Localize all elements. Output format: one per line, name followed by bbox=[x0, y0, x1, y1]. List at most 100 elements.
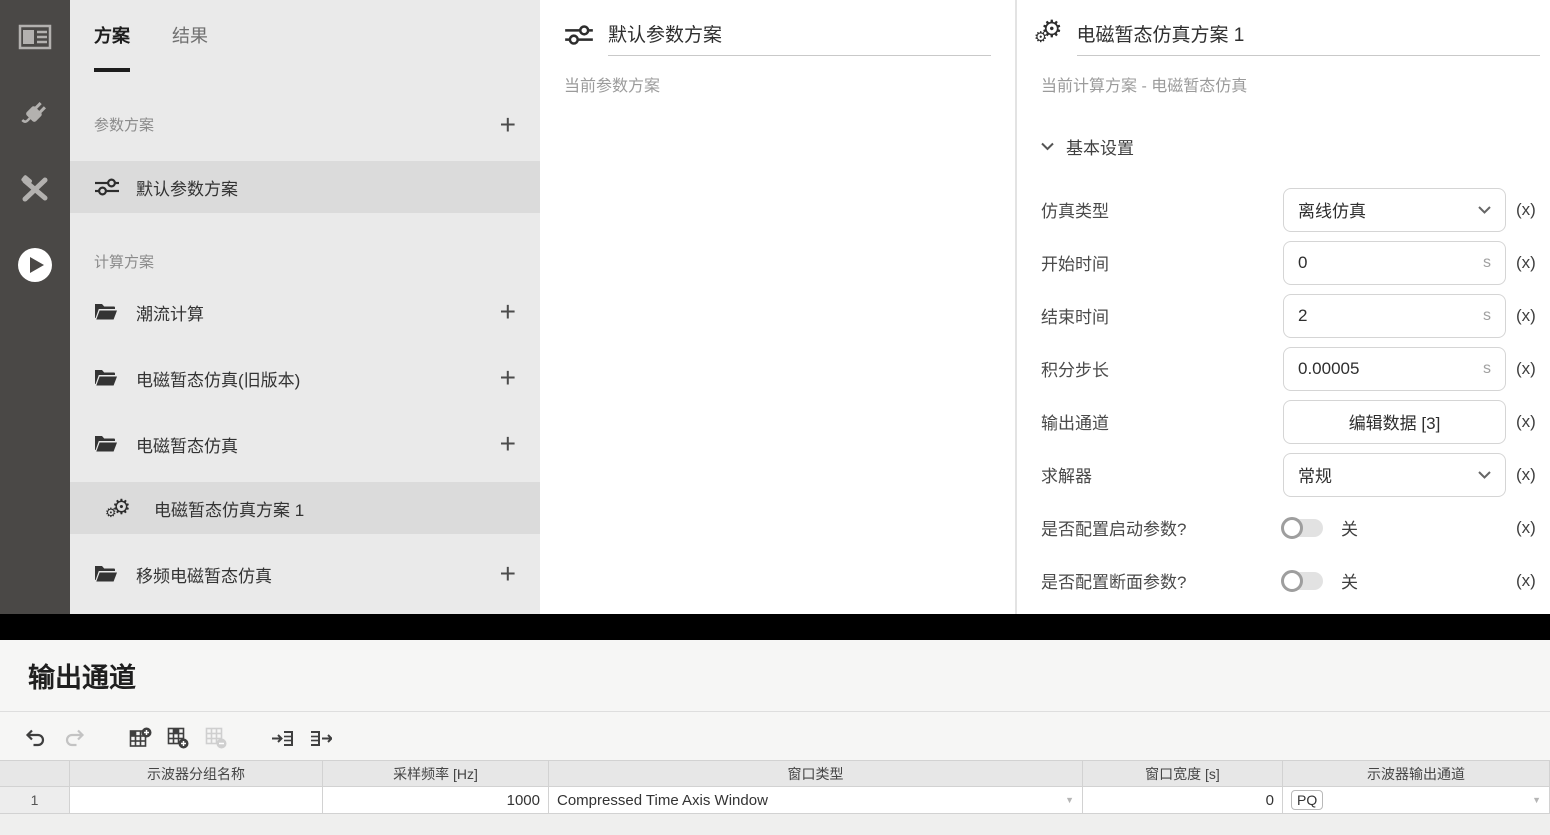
expression-toggle[interactable]: (x) bbox=[1516, 465, 1536, 485]
redo-icon[interactable] bbox=[62, 726, 86, 750]
end-time-input[interactable] bbox=[1298, 306, 1477, 326]
tools-icon[interactable] bbox=[16, 170, 54, 208]
field-label: 是否配置启动参数? bbox=[1041, 515, 1283, 540]
tree-item-emt[interactable]: 电磁暂态仿真 + bbox=[70, 418, 540, 470]
calc-scheme-subtitle: 当前计算方案 - 电磁暂态仿真 bbox=[1041, 72, 1540, 96]
tab-scheme[interactable]: 方案 bbox=[94, 22, 130, 72]
calc-detail-panel: ⚙⚙ 电磁暂态仿真方案 1 当前计算方案 - 电磁暂态仿真 基本设置 仿真类型 … bbox=[1017, 0, 1550, 614]
expression-toggle[interactable]: (x) bbox=[1516, 253, 1536, 273]
col-header-output-channels: 示波器输出通道 bbox=[1283, 760, 1550, 787]
param-detail-panel: 默认参数方案 当前参数方案 bbox=[540, 0, 1017, 614]
field-start-time: 开始时间 s (x) bbox=[1041, 236, 1540, 289]
table-background bbox=[0, 814, 1550, 835]
basic-settings-collapse[interactable]: 基本设置 bbox=[1041, 134, 1540, 159]
field-label: 积分步长 bbox=[1041, 356, 1283, 381]
add-param-scheme-button[interactable]: + bbox=[500, 115, 516, 135]
run-icon[interactable] bbox=[16, 246, 54, 284]
toggle-state-label: 关 bbox=[1341, 568, 1358, 593]
tree-item-emt-scheme-1[interactable]: ⚙⚙ 电磁暂态仿真方案 1 bbox=[70, 482, 540, 534]
tree-item-power-flow[interactable]: 潮流计算 + bbox=[70, 286, 540, 338]
tree-item-label: 电磁暂态仿真方案 1 bbox=[154, 496, 516, 521]
tree-item-emt-old[interactable]: 电磁暂态仿真(旧版本) + bbox=[70, 352, 540, 404]
selected-value: 常规 bbox=[1298, 462, 1332, 487]
expression-toggle[interactable]: (x) bbox=[1516, 200, 1536, 220]
toggle-state-label: 关 bbox=[1341, 515, 1358, 540]
field-output-channels: 输出通道 编辑数据 [3] (x) bbox=[1041, 395, 1540, 448]
output-channels-cell[interactable]: PQ ▼ bbox=[1283, 787, 1550, 814]
add-column-icon[interactable] bbox=[128, 726, 152, 750]
export-icon[interactable] bbox=[308, 726, 332, 750]
scheme-panel: 方案 结果 参数方案 + 默认参数方案 计算方案 bbox=[70, 0, 540, 614]
folder-icon bbox=[94, 301, 122, 323]
add-shifted-emt-button[interactable]: + bbox=[500, 564, 516, 584]
tree-item-label: 潮流计算 bbox=[136, 300, 500, 325]
expression-toggle[interactable]: (x) bbox=[1516, 306, 1536, 326]
add-row-icon[interactable] bbox=[166, 726, 190, 750]
field-end-time: 结束时间 s (x) bbox=[1041, 289, 1540, 342]
undo-icon[interactable] bbox=[24, 726, 48, 750]
expression-toggle[interactable]: (x) bbox=[1516, 571, 1536, 591]
tree-item-default-param-scheme[interactable]: 默认参数方案 bbox=[70, 161, 540, 213]
folder-icon bbox=[94, 563, 122, 585]
field-snapshot-params: 是否配置断面参数? 关 (x) bbox=[1041, 554, 1540, 607]
add-power-flow-button[interactable]: + bbox=[500, 302, 516, 322]
snapshot-params-toggle[interactable] bbox=[1283, 572, 1323, 590]
param-scheme-title-input[interactable]: 默认参数方案 bbox=[608, 20, 991, 56]
channel-chip[interactable]: PQ bbox=[1291, 790, 1323, 810]
import-icon[interactable] bbox=[270, 726, 294, 750]
group-name-cell[interactable] bbox=[70, 787, 323, 814]
add-emt-old-button[interactable]: + bbox=[500, 368, 516, 388]
row-index-cell[interactable]: 1 bbox=[0, 787, 70, 814]
expression-toggle[interactable]: (x) bbox=[1516, 359, 1536, 379]
tree-item-label: 电磁暂态仿真 bbox=[136, 432, 500, 457]
app-window: 方案 结果 参数方案 + 默认参数方案 计算方案 bbox=[0, 0, 1550, 835]
startup-params-toggle[interactable] bbox=[1283, 519, 1323, 537]
expression-toggle[interactable]: (x) bbox=[1516, 412, 1536, 432]
window-type-value: Compressed Time Axis Window bbox=[557, 792, 768, 809]
section-divider bbox=[0, 614, 1550, 640]
layout-panel-icon[interactable] bbox=[16, 18, 54, 56]
field-label: 求解器 bbox=[1041, 462, 1283, 487]
window-type-cell[interactable]: Compressed Time Axis Window ▼ bbox=[549, 787, 1083, 814]
sample-rate-cell[interactable]: 1000 bbox=[323, 787, 549, 814]
field-label: 是否配置断面参数? bbox=[1041, 568, 1283, 593]
sliders-icon bbox=[94, 176, 122, 198]
run-circle bbox=[18, 248, 52, 282]
tree-item-label: 移频电磁暂态仿真 bbox=[136, 562, 500, 587]
sliders-icon bbox=[564, 22, 594, 48]
gears-icon: ⚙⚙ bbox=[112, 497, 140, 519]
delete-row-icon[interactable] bbox=[204, 726, 228, 750]
dropdown-arrow-icon[interactable]: ▼ bbox=[1059, 795, 1074, 805]
field-simulation-type: 仿真类型 离线仿真 (x) bbox=[1041, 183, 1540, 236]
tree-item-label: 默认参数方案 bbox=[136, 175, 516, 200]
add-emt-button[interactable]: + bbox=[500, 434, 516, 454]
top-section: 方案 结果 参数方案 + 默认参数方案 计算方案 bbox=[0, 0, 1550, 614]
selected-value: 离线仿真 bbox=[1298, 197, 1366, 222]
output-panel-title: 输出通道 bbox=[0, 640, 1550, 695]
simulation-type-select[interactable]: 离线仿真 bbox=[1283, 188, 1506, 232]
tree-item-label: 电磁暂态仿真(旧版本) bbox=[136, 366, 500, 391]
field-step-size: 积分步长 s (x) bbox=[1041, 342, 1540, 395]
start-time-input[interactable] bbox=[1298, 253, 1477, 273]
window-width-cell[interactable]: 0 bbox=[1083, 787, 1283, 814]
step-size-input[interactable] bbox=[1298, 359, 1477, 379]
col-header-sample-rate: 采样频率 [Hz] bbox=[323, 760, 549, 787]
calc-section-header: 计算方案 bbox=[70, 251, 540, 272]
field-label: 结束时间 bbox=[1041, 303, 1283, 328]
chevron-down-icon bbox=[1478, 206, 1491, 214]
folder-icon bbox=[94, 433, 122, 455]
dropdown-arrow-icon[interactable]: ▼ bbox=[1526, 795, 1541, 805]
plug-icon[interactable] bbox=[16, 94, 54, 132]
param-scheme-subtitle: 当前参数方案 bbox=[564, 72, 991, 96]
unit-label: s bbox=[1483, 254, 1491, 272]
edit-data-button[interactable]: 编辑数据 [3] bbox=[1283, 400, 1506, 444]
col-header-window-type: 窗口类型 bbox=[549, 760, 1083, 787]
chevron-down-icon bbox=[1041, 142, 1054, 151]
solver-select[interactable]: 常规 bbox=[1283, 453, 1506, 497]
settings-form: 仿真类型 离线仿真 (x) 开始时间 s bbox=[1041, 183, 1540, 607]
tab-bar: 方案 结果 bbox=[70, 22, 540, 72]
tree-item-shifted-emt[interactable]: 移频电磁暂态仿真 + bbox=[70, 548, 540, 600]
expression-toggle[interactable]: (x) bbox=[1516, 518, 1536, 538]
calc-scheme-title-input[interactable]: 电磁暂态仿真方案 1 bbox=[1077, 20, 1540, 56]
tab-results[interactable]: 结果 bbox=[172, 22, 208, 72]
